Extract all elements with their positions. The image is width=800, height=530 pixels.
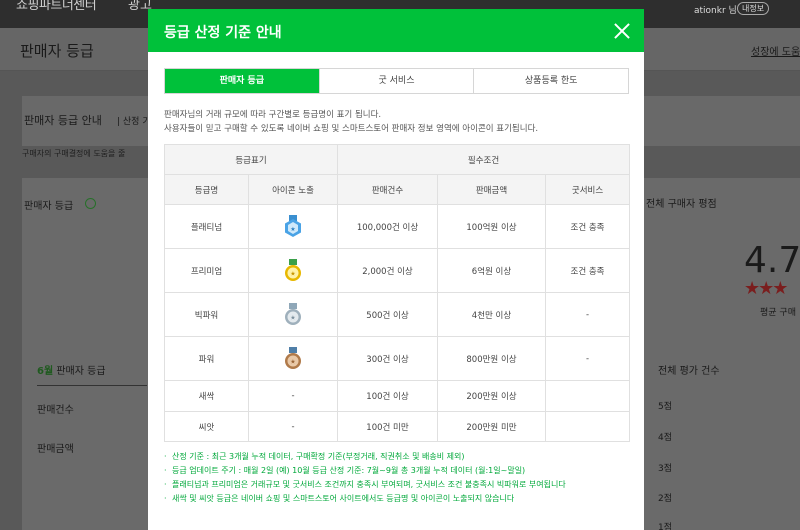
grade-criteria-modal: 등급 산정 기준 안내 판매자 등급 굿 서비스 상품등록 한도 판매자님의 거… (148, 9, 644, 530)
close-icon[interactable] (614, 23, 630, 39)
icon-empty: - (248, 411, 338, 442)
table-row: 플래티넘 ★ 100,000건 이상 100억원 이상 조건 충족 (164, 204, 631, 249)
grade-guide-subtitle[interactable]: | 산정 기 (117, 114, 151, 127)
intro-text: 판매자님의 거래 규모에 따라 구간별로 등급명이 표기 됩니다. 사용자들이 … (164, 108, 538, 136)
grade-name: 새싹 (164, 380, 249, 412)
grade-criteria-table: 등급표기 필수조건 등급명 아이콘 노출 판매건수 판매금액 굿서비스 플래티넘 (164, 144, 631, 442)
note-item: 산정 기준 : 최근 3개월 누적 데이터, 구매확정 기준(부정거래, 직권취… (164, 450, 629, 464)
table-row: 파워 ★ 300건 이상 800만원 이상 - (164, 336, 631, 381)
table-row: 프리미엄 ★ 2,000건 이상 6억원 이상 조건 충족 (164, 248, 631, 293)
column-header: 판매금액 (437, 174, 546, 205)
modal-tabs: 판매자 등급 굿 서비스 상품등록 한도 (164, 68, 629, 94)
divider (37, 385, 147, 386)
sales-amount: 6억원 이상 (437, 248, 546, 293)
table-row: 빅파워 ★ 500건 이상 4천만 이상 - (164, 292, 631, 337)
grade-name: 씨앗 (164, 411, 249, 442)
grade-name: 빅파워 (164, 292, 249, 337)
sales-amount: 4천만 이상 (437, 292, 546, 337)
sales-count: 100,000건 이상 (337, 204, 438, 249)
buyer-rating-label: 전체 구매자 평점 (646, 199, 717, 210)
sales-count: 500건 이상 (337, 292, 438, 337)
sales-amount-label: 판매금액 (37, 444, 74, 455)
sales-count: 300건 이상 (337, 336, 438, 381)
star-rating-icon: ★★★ (744, 278, 788, 299)
sales-count-label: 판매건수 (37, 405, 74, 416)
tab-seller-grade[interactable]: 판매자 등급 (165, 69, 319, 93)
tab-good-service[interactable]: 굿 서비스 (318, 69, 474, 93)
svg-text:★: ★ (290, 314, 295, 321)
grade-guide-title: 판매자 등급 안내 (24, 114, 102, 127)
table-row: 새싹 - 100건 이상 200만원 이상 (164, 380, 631, 412)
sales-count: 2,000건 이상 (337, 248, 438, 293)
point-label: 5점 (658, 402, 673, 412)
sales-amount: 200만원 이상 (437, 380, 546, 412)
brand-name[interactable]: 쇼핑파트너센터 (16, 0, 97, 12)
note-item: 등급 업데이트 주기 : 매월 2일 (예) 10월 등급 산정 기준: 7월~… (164, 464, 629, 478)
grade-name: 파워 (164, 336, 249, 381)
note-item: 새싹 및 씨앗 등급은 네이버 쇼핑 및 스마트스토어 사이트에서도 등급명 및… (164, 492, 629, 506)
month-highlight: 6월 (37, 366, 54, 377)
required-group-header: 필수조건 (336, 144, 631, 175)
intro-line-2: 사용자들이 믿고 구매할 수 있도록 네이버 쇼핑 및 스마트스토어 판매자 정… (164, 124, 539, 134)
check-circle-icon (85, 198, 96, 209)
grade-group-header: 등급표기 (164, 144, 338, 175)
good-service: - (544, 336, 631, 381)
total-reviews-label: 전체 평가 건수 (658, 366, 720, 377)
rating-score: 4.7 (744, 240, 800, 281)
column-header: 아이콘 노출 (248, 174, 338, 205)
point-label: 1점 (658, 523, 673, 530)
grade-name: 프리미엄 (164, 248, 249, 293)
power-medal-icon: ★ (285, 346, 301, 369)
sales-amount: 100억원 이상 (437, 204, 546, 249)
good-service: 조건 충족 (544, 204, 631, 249)
bigpower-medal-icon: ★ (285, 302, 301, 325)
table-row: 씨앗 - 100건 미만 200만원 미만 (164, 411, 631, 442)
icon-empty: - (248, 380, 338, 412)
my-info-button[interactable]: 내정보 (737, 2, 770, 15)
good-service (544, 411, 631, 442)
month-grade-heading: 6월 판매자 등급 (37, 362, 106, 377)
criteria-notes: 산정 기준 : 최근 3개월 누적 데이터, 구매확정 기준(부정거래, 직권취… (164, 450, 629, 506)
sales-count: 100건 이상 (337, 380, 438, 412)
svg-text:★: ★ (290, 270, 295, 277)
seller-grade-label: 판매자 등급 (24, 201, 74, 212)
good-service: - (544, 292, 631, 337)
page-title: 판매자 등급 (20, 42, 94, 60)
grade-name: 플래티넘 (164, 204, 249, 249)
column-header: 판매건수 (337, 174, 438, 205)
help-link[interactable]: 성장에 도움 (751, 43, 800, 58)
good-service (544, 380, 631, 412)
point-label: 4점 (658, 433, 673, 443)
intro-line-1: 판매자님의 거래 규모에 따라 구간별로 등급명이 표기 됩니다. (164, 110, 382, 120)
svg-text:★: ★ (290, 226, 295, 233)
platinum-medal-icon: ★ (285, 214, 301, 237)
column-header: 등급명 (164, 174, 249, 205)
premium-medal-icon: ★ (285, 258, 301, 281)
column-header: 굿서비스 (544, 174, 631, 205)
sales-amount: 200만원 미만 (437, 411, 546, 442)
good-service: 조건 충족 (544, 248, 631, 293)
modal-title: 등급 산정 기준 안내 (164, 25, 282, 41)
sales-amount: 800만원 이상 (437, 336, 546, 381)
note-item: 플래티넘과 프리미엄은 거래규모 및 굿서비스 조건까지 충족시 부여되며, 굿… (164, 478, 629, 492)
average-label: 평균 구매 (760, 308, 796, 318)
user-name: ationkr 님 (694, 6, 737, 16)
tab-product-limit[interactable]: 상품등록 한도 (473, 69, 628, 93)
svg-text:★: ★ (290, 358, 295, 365)
sales-count: 100건 미만 (337, 411, 438, 442)
modal-header: 등급 산정 기준 안내 (148, 9, 644, 52)
month-grade-label: 판매자 등급 (53, 366, 106, 377)
point-label: 3점 (658, 464, 673, 474)
guide-note: 구매자의 구매결정에 도움을 줄 (22, 149, 126, 158)
point-label: 2점 (658, 494, 673, 504)
